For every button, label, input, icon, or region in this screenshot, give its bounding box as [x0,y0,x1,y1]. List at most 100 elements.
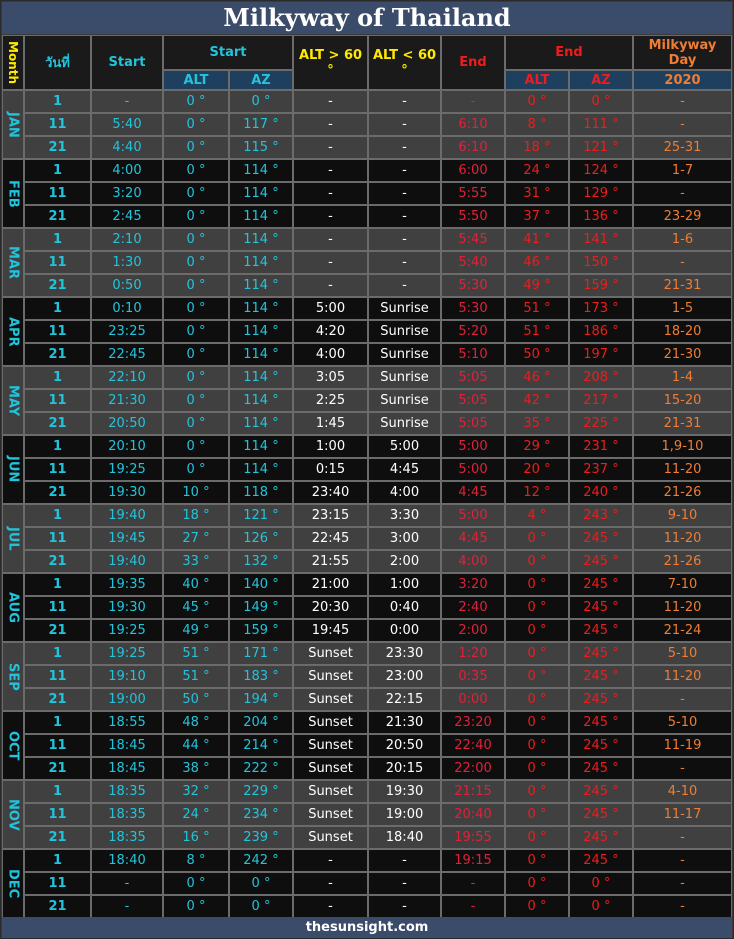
cell-start-az: 114 ° [229,320,293,343]
cell-start-time: 18:35 [91,826,163,849]
cell-alt-gt60: Sunset [293,826,368,849]
header-end-alt: ALT [505,70,569,90]
cell-end-az: 245 ° [569,711,633,734]
cell-start-alt: 0 ° [163,159,229,182]
header-day: วันที่ [24,35,91,90]
month-label-oct: OCT [2,711,24,780]
cell-milkyway-day: - [633,90,732,113]
cell-day: 11 [24,182,91,205]
cell-alt-lt60: - [368,205,441,228]
cell-start-az: 132 ° [229,550,293,573]
cell-alt-lt60: - [368,182,441,205]
cell-start-az: 194 ° [229,688,293,711]
cell-day: 21 [24,412,91,435]
cell-end-time: 5:20 [441,320,505,343]
cell-start-alt: 38 ° [163,757,229,780]
cell-day: 11 [24,458,91,481]
cell-end-alt: 0 ° [505,550,569,573]
cell-start-time: 18:45 [91,757,163,780]
cell-start-alt: 0 ° [163,895,229,918]
cell-day: 1 [24,504,91,527]
cell-end-az: 245 ° [569,642,633,665]
cell-day: 1 [24,297,91,320]
cell-alt-lt60: 20:50 [368,734,441,757]
cell-end-az: 159 ° [569,274,633,297]
cell-start-time: 19:10 [91,665,163,688]
cell-end-az: 245 ° [569,849,633,872]
cell-alt-gt60: 19:45 [293,619,368,642]
cell-end-alt: 12 ° [505,481,569,504]
cell-end-alt: 0 ° [505,688,569,711]
cell-day: 1 [24,366,91,389]
cell-start-alt: 0 ° [163,343,229,366]
month-label-nov: NOV [2,780,24,849]
cell-alt-gt60: - [293,872,368,895]
cell-start-alt: 0 ° [163,297,229,320]
header-alt-gt60: ALT > 60 ° [293,35,368,90]
cell-end-az: 0 ° [569,90,633,113]
cell-start-alt: 0 ° [163,90,229,113]
cell-alt-gt60: 3:05 [293,366,368,389]
cell-alt-gt60: 21:55 [293,550,368,573]
cell-alt-gt60: 1:45 [293,412,368,435]
cell-start-az: 171 ° [229,642,293,665]
cell-alt-lt60: 18:40 [368,826,441,849]
cell-day: 21 [24,481,91,504]
cell-end-az: 124 ° [569,159,633,182]
cell-day: 21 [24,343,91,366]
cell-end-time: - [441,872,505,895]
cell-end-az: 245 ° [569,665,633,688]
cell-milkyway-day: 18-20 [633,320,732,343]
cell-start-az: 149 ° [229,596,293,619]
header-end-time: End [441,35,505,90]
cell-start-az: 0 ° [229,90,293,113]
cell-end-az: 217 ° [569,389,633,412]
cell-start-time: 19:45 [91,527,163,550]
cell-end-alt: 50 ° [505,343,569,366]
cell-start-az: 114 ° [229,343,293,366]
cell-alt-lt60: - [368,872,441,895]
cell-milkyway-day: 15-20 [633,389,732,412]
cell-end-time: 5:55 [441,182,505,205]
cell-end-alt: 49 ° [505,274,569,297]
cell-alt-lt60: - [368,895,441,918]
cell-milkyway-day: - [633,113,732,136]
cell-end-time: 5:00 [441,458,505,481]
cell-end-az: 237 ° [569,458,633,481]
cell-alt-lt60: 0:40 [368,596,441,619]
cell-alt-gt60: - [293,895,368,918]
cell-milkyway-day: 11-20 [633,458,732,481]
month-name: MAR [5,245,21,279]
cell-alt-gt60: - [293,228,368,251]
cell-day: 11 [24,527,91,550]
cell-alt-gt60: Sunset [293,757,368,780]
cell-end-alt: 0 ° [505,90,569,113]
month-label-feb: FEB [2,159,24,228]
cell-start-az: 117 ° [229,113,293,136]
month-label-jun: JUN [2,435,24,504]
month-name: DEC [5,868,21,899]
cell-start-time: 18:35 [91,780,163,803]
header-end-group: End [505,35,633,70]
cell-start-alt: 10 ° [163,481,229,504]
cell-end-time: - [441,895,505,918]
cell-start-time: 3:20 [91,182,163,205]
cell-start-az: 114 ° [229,366,293,389]
cell-end-az: 173 ° [569,297,633,320]
cell-start-az: 204 ° [229,711,293,734]
cell-milkyway-day: - [633,182,732,205]
cell-start-az: 222 ° [229,757,293,780]
cell-milkyway-day: 11-17 [633,803,732,826]
cell-end-az: 245 ° [569,826,633,849]
cell-end-alt: 37 ° [505,205,569,228]
month-label-jul: JUL [2,504,24,573]
month-name: APR [5,316,21,347]
cell-start-alt: 0 ° [163,366,229,389]
cell-alt-lt60: 20:15 [368,757,441,780]
cell-alt-lt60: 4:00 [368,481,441,504]
cell-day: 1 [24,435,91,458]
cell-start-az: 140 ° [229,573,293,596]
cell-end-time: 1:20 [441,642,505,665]
cell-start-az: 118 ° [229,481,293,504]
cell-milkyway-day: 11-20 [633,527,732,550]
